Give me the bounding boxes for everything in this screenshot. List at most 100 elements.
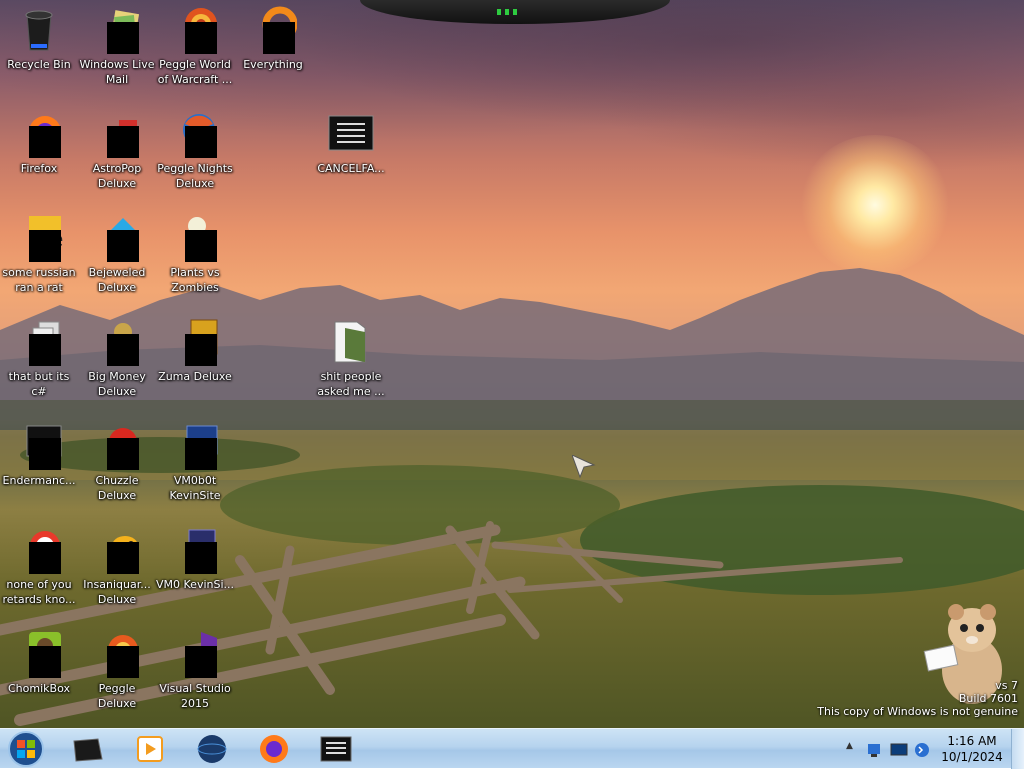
chuzzle-icon [93, 422, 141, 470]
firefox-icon [260, 735, 288, 763]
icon-label: VM0b0t KevinSite [169, 474, 221, 502]
desktop-icon-windows-live-mail[interactable]: Windows Live Mail [78, 6, 156, 87]
redaction-box [29, 438, 61, 470]
globe-icon [197, 735, 227, 763]
firefox-icon [15, 110, 63, 158]
desktop-icon-peggle-deluxe[interactable]: Peggle Deluxe [78, 630, 156, 711]
recycle-bin-icon [15, 6, 63, 54]
desktop-icon-shit-people-asked[interactable]: shit people asked me ... [312, 318, 390, 399]
watermark-build: Build 7601 [958, 692, 1018, 705]
red-circle-icon [15, 526, 63, 574]
network-icon[interactable] [866, 742, 882, 758]
fish-icon [93, 526, 141, 574]
icon-label: Plants vs Zombies [170, 266, 220, 294]
display-icon[interactable] [890, 742, 908, 758]
icon-label: Recycle Bin [7, 58, 71, 71]
watermark-not-genuine: This copy of Windows is not genuine [817, 705, 1018, 718]
icon-label: Zuma Deluxe [158, 370, 232, 383]
clock[interactable]: 1:16 AM 10/1/2024 [936, 733, 1008, 765]
desktop-icon-cancelfa[interactable]: CANCELFA... [312, 110, 390, 176]
desktop-icon-bejeweled[interactable]: Bejeweled Deluxe [78, 214, 156, 295]
redaction-box [107, 438, 139, 470]
icon-label: Everything [243, 58, 303, 71]
icon-label: Peggle Deluxe [97, 682, 137, 710]
icon-label: VM0 KevinSi... [156, 578, 235, 591]
icon-label: some russian ran a rat [2, 266, 76, 294]
mail-icon [93, 6, 141, 54]
visual-studio-icon [171, 630, 219, 678]
desktop-icon-peggle-wow[interactable]: Peggle World of Warcraft ... [156, 6, 234, 87]
redaction-box [107, 334, 139, 366]
redaction-box [107, 646, 139, 678]
desktop-icon-insaniquarium[interactable]: Insaniquar... Deluxe [78, 526, 156, 607]
desktop-icon-visual-studio[interactable]: Visual Studio 2015 [156, 630, 234, 711]
multiple-files-icon [15, 318, 63, 366]
redaction-box [263, 22, 295, 54]
media-player-icon [137, 736, 163, 762]
show-desktop-button[interactable] [1011, 729, 1024, 769]
zuma-icon [171, 318, 219, 366]
icon-label: Big Money Deluxe [88, 370, 146, 398]
bejeweled-icon [93, 214, 141, 262]
desktop-icon-vm0-kevinsite[interactable]: VM0 KevinSi... [156, 526, 234, 592]
show-hidden-icons-button[interactable]: ▲ [846, 741, 853, 751]
black-box-icon [73, 738, 103, 762]
icon-label: Endermanc... [2, 474, 76, 487]
redaction-box [185, 230, 217, 262]
icon-label: none of you retards kno... [2, 578, 76, 606]
vm-window-icon [171, 422, 219, 470]
redaction-box [185, 646, 217, 678]
big-money-icon [93, 318, 141, 366]
redaction-box [185, 126, 217, 158]
desktop-icon-plants-vs-zombies[interactable]: Plants vs Zombies [156, 214, 234, 295]
icon-label: Peggle Nights Deluxe [157, 162, 233, 190]
peggle-nights-icon [171, 110, 219, 158]
clock-time: 1:16 AM [947, 734, 997, 748]
icon-label: CANCELFA... [317, 162, 385, 175]
desktop-icon-that-but-c-sharp[interactable]: that but its c# [0, 318, 78, 399]
desktop-icon-russian-rat[interactable]: e some russian ran a rat [0, 214, 78, 295]
desktop-icon-everything[interactable]: Everything [234, 6, 312, 72]
desktop-icon-vm0b0t[interactable]: VM0b0t KevinSite [156, 422, 234, 503]
icon-label: ChomikBox [8, 682, 70, 695]
gadget-indicator [513, 9, 517, 15]
icon-label: Insaniquar... Deluxe [83, 578, 151, 606]
icon-label: Peggle World of Warcraft ... [157, 58, 233, 86]
icon-label: Firefox [20, 162, 58, 175]
desktop-icon-big-money[interactable]: Big Money Deluxe [78, 318, 156, 399]
taskbar-item-media-player[interactable] [124, 731, 176, 767]
taskbar-item-globe-app[interactable] [186, 731, 238, 767]
folder-icon [327, 318, 375, 366]
volume-icon[interactable] [914, 742, 930, 758]
watermark-edition: vs 7 [995, 679, 1018, 692]
windows-start-orb-icon [8, 731, 44, 767]
redaction-box [107, 230, 139, 262]
redaction-box [185, 22, 217, 54]
icon-label: that but its c# [8, 370, 70, 398]
redaction-box [185, 438, 217, 470]
redaction-box [29, 230, 61, 262]
search-everything-icon [249, 6, 298, 54]
desktop-icon-astropop[interactable]: AstroPop Deluxe [78, 110, 156, 191]
redaction-box [29, 646, 61, 678]
desktop-icon-peggle-nights[interactable]: Peggle Nights Deluxe [156, 110, 234, 191]
desktop-icon-chomikbox[interactable]: ChomikBox [0, 630, 78, 696]
icon-label: Visual Studio 2015 [159, 682, 231, 710]
plants-vs-zombies-icon [171, 214, 219, 262]
taskbar-item-virtual-machine[interactable] [62, 731, 114, 767]
taskbar-item-console-app[interactable] [310, 731, 362, 767]
desktop-icon-recycle-bin[interactable]: Recycle Bin [0, 6, 78, 72]
console-icon [320, 736, 352, 762]
chomikbox-icon [15, 630, 63, 678]
desktop-icon-firefox[interactable]: Firefox [0, 110, 78, 176]
desktop-icon-zuma[interactable]: Zuma Deluxe [156, 318, 234, 384]
desktop-icon-none-of-you[interactable]: none of you retards kno... [0, 526, 78, 607]
start-button[interactable] [4, 730, 48, 768]
desktop-icon-endermanc[interactable]: Endermanc... [0, 422, 78, 488]
script-file-icon: e [15, 214, 63, 262]
redaction-box [29, 542, 61, 574]
icon-label: AstroPop Deluxe [92, 162, 142, 190]
desktop-icon-chuzzle[interactable]: Chuzzle Deluxe [78, 422, 156, 503]
icon-label: Windows Live Mail [79, 58, 155, 86]
taskbar-item-firefox[interactable] [248, 731, 300, 767]
